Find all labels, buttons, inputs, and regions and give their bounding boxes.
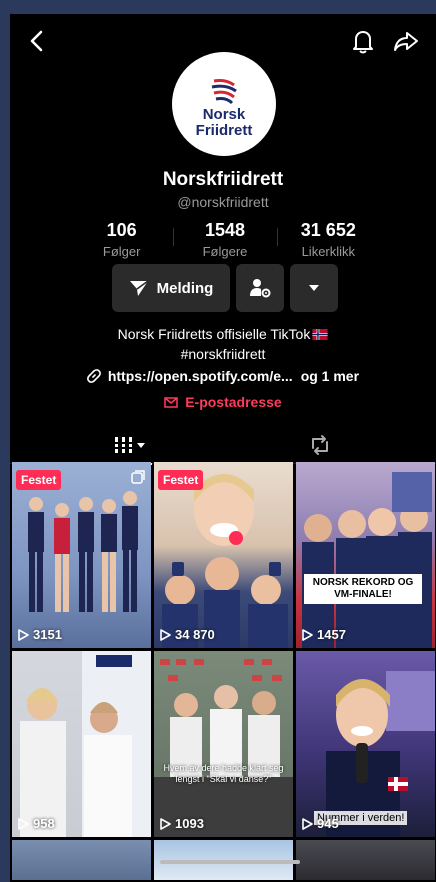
video-thumbnail[interactable]: Nummer i verden! 945 bbox=[296, 651, 435, 837]
logo-text: Norsk Friidrett bbox=[195, 106, 253, 139]
pinned-badge: Festet bbox=[16, 470, 62, 490]
profile-avatar[interactable]: Norsk Friidrett bbox=[172, 52, 276, 156]
bio-link-url: https://open.spotify.com/e... bbox=[107, 368, 293, 384]
caret-down-icon bbox=[309, 285, 319, 291]
view-count: 958 bbox=[18, 816, 55, 831]
pinned-badge: Festet bbox=[158, 470, 204, 490]
stat-followers[interactable]: 1548 Følgere bbox=[173, 214, 276, 260]
stat-likes[interactable]: 31 652 Likerklikk bbox=[276, 214, 380, 260]
share-icon[interactable] bbox=[392, 28, 420, 54]
video-subtitle: Hvem av dere hadde klart seg lengst i "S… bbox=[163, 763, 284, 784]
three-athletes-image bbox=[154, 659, 293, 837]
video-thumbnail[interactable]: NORSK REKORD OG VM-FINALE! 1457 bbox=[296, 462, 435, 648]
profile-bio: Norsk Friidretts offisielle TikTok #nors… bbox=[10, 324, 436, 364]
message-button[interactable]: Melding bbox=[112, 264, 230, 312]
bio-line-1: Norsk Friidretts offisielle TikTok bbox=[117, 326, 311, 342]
display-name: Norskfriidrett bbox=[162, 169, 284, 190]
profile-stats: 106 Følger 1548 Følgere 31 652 Likerklik… bbox=[70, 214, 380, 260]
video-thumbnail[interactable]: Festet 34 870 bbox=[154, 462, 293, 648]
profile-screen: Norsk Friidrett Norskfriidrett @norskfri… bbox=[10, 14, 436, 882]
content-tabs bbox=[10, 426, 436, 465]
video-thumbnail[interactable]: Hvem av dere hadde klart seg lengst i "S… bbox=[154, 651, 293, 837]
video-thumbnail[interactable] bbox=[296, 840, 435, 880]
message-button-label: Melding bbox=[156, 279, 214, 297]
follow-settings-button[interactable] bbox=[236, 264, 284, 312]
mail-icon bbox=[164, 397, 179, 408]
send-icon bbox=[129, 280, 149, 296]
back-arrow-icon[interactable] bbox=[24, 28, 50, 54]
view-count: 945 bbox=[302, 816, 339, 831]
bio-hashtag[interactable]: #norskfriidrett bbox=[10, 344, 436, 364]
multi-photo-icon bbox=[131, 470, 145, 484]
smiling-athlete-image bbox=[326, 671, 435, 837]
play-icon bbox=[160, 817, 171, 830]
video-caption: NORSK REKORD OG VM-FINALE! bbox=[304, 574, 422, 604]
stat-following[interactable]: 106 Følger bbox=[70, 214, 173, 260]
bell-icon[interactable] bbox=[350, 28, 376, 54]
more-options-dropdown[interactable] bbox=[290, 264, 338, 312]
bio-link[interactable]: https://open.spotify.com/e... og 1 mer bbox=[10, 368, 436, 384]
tab-videos[interactable] bbox=[80, 426, 180, 465]
scrollbar[interactable] bbox=[160, 860, 300, 864]
norway-flag-icon bbox=[312, 329, 328, 340]
view-count: 34 870 bbox=[160, 627, 215, 642]
bio-link-more[interactable]: og 1 mer bbox=[301, 368, 359, 384]
play-icon bbox=[302, 628, 313, 641]
tab-reposts[interactable] bbox=[270, 426, 370, 464]
play-icon bbox=[18, 817, 29, 830]
view-count: 1457 bbox=[302, 627, 346, 642]
celebrating-athletes-image bbox=[302, 472, 432, 648]
link-icon bbox=[87, 369, 101, 383]
email-label: E-postadresse bbox=[185, 394, 282, 410]
norsk-friidrett-logo-icon bbox=[211, 79, 237, 105]
play-icon bbox=[160, 628, 171, 641]
grid-icon bbox=[113, 437, 145, 453]
play-icon bbox=[302, 817, 313, 830]
user-settings-icon bbox=[250, 279, 271, 298]
video-thumbnail[interactable]: 958 bbox=[12, 651, 151, 837]
username-handle: @norskfriidrett bbox=[177, 194, 269, 210]
view-count: 3151 bbox=[18, 627, 62, 642]
video-thumbnail[interactable] bbox=[12, 840, 151, 880]
view-count: 1093 bbox=[160, 816, 204, 831]
email-link[interactable]: E-postadresse bbox=[10, 394, 436, 410]
repost-icon bbox=[312, 435, 328, 455]
play-icon bbox=[18, 628, 29, 641]
interview-image bbox=[20, 651, 151, 837]
video-thumbnail[interactable]: Festet 3151 bbox=[12, 462, 151, 648]
profile-actions: Melding bbox=[112, 264, 338, 312]
